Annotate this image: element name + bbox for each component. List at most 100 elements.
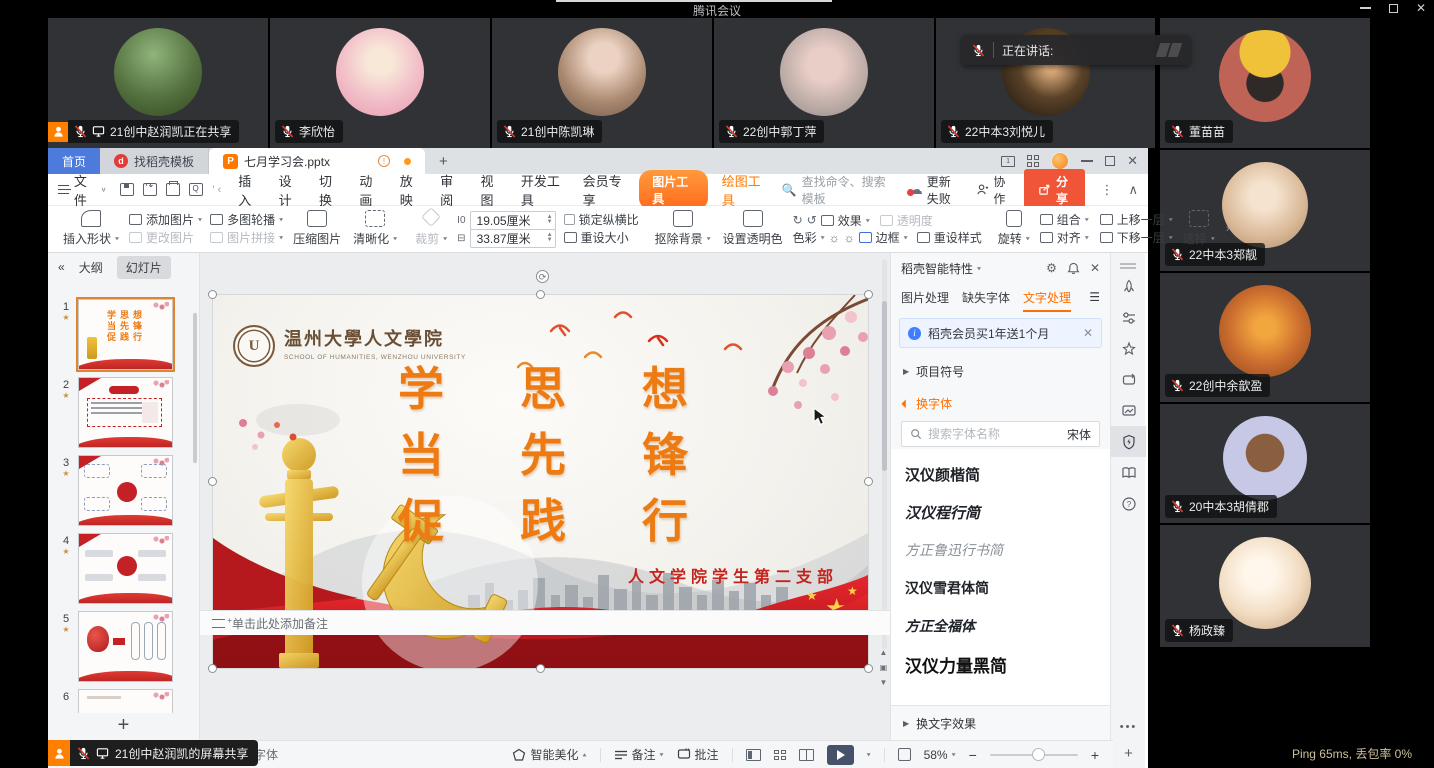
set-transparent-button[interactable]: 设置透明色	[721, 208, 785, 249]
reset-style-button[interactable]: 重设样式	[934, 229, 982, 246]
font-option[interactable]: 方正鲁迅行书简	[891, 531, 1110, 569]
slideshow-play-button[interactable]	[827, 745, 854, 765]
update-failed-status[interactable]: ☁更新失败	[909, 173, 962, 207]
slide-thumbnail-4[interactable]: 4★	[58, 533, 173, 604]
video-tile[interactable]: 杨政臻	[1160, 525, 1370, 647]
new-slide-button[interactable]: +	[48, 712, 199, 738]
collapse-panel-button[interactable]: «	[58, 260, 65, 274]
remove-background-button[interactable]: 抠除背景▾	[653, 208, 713, 249]
undo-redo-buttons[interactable]: '‹	[212, 184, 224, 196]
font-search-input[interactable]	[928, 427, 1061, 441]
tab-docer[interactable]: d 找稻壳模板	[100, 148, 209, 174]
smart-beautify-button[interactable]: 智能美化▴	[512, 746, 586, 763]
slides-tab[interactable]: 幻灯片	[117, 256, 171, 279]
tab-picture-tools[interactable]: 图片工具	[639, 170, 707, 210]
font-option[interactable]: 汉仪程行简	[891, 493, 1110, 531]
notes-area[interactable]: 单击此处添加备注	[200, 610, 890, 635]
previous-slide-button[interactable]: ▲	[880, 648, 888, 657]
video-tile[interactable]: 董苗苗	[1160, 18, 1370, 148]
member-promo-banner[interactable]: i 稻壳会员买1年送1个月 ✕	[899, 318, 1102, 348]
canvas-scrollbar[interactable]	[880, 259, 888, 649]
selection-handle[interactable]	[864, 477, 873, 486]
font-option[interactable]: 方正全福体	[891, 607, 1110, 645]
add-picture-button[interactable]: 添加图片▾	[129, 211, 202, 229]
panel-menu-icon[interactable]: ☰	[1089, 290, 1100, 304]
menu-design[interactable]: 设计	[279, 171, 300, 209]
rotate-ccw-icon[interactable]: ↺	[807, 213, 817, 227]
dismiss-banner-button[interactable]: ✕	[1083, 326, 1093, 340]
crop-button[interactable]: 裁剪▾	[413, 208, 449, 249]
tab-text-processing[interactable]: 文字处理	[1023, 289, 1071, 312]
magic-star-icon[interactable]	[1111, 333, 1146, 364]
group-button[interactable]: 组合	[1057, 211, 1081, 228]
play-options-caret[interactable]: ▾	[867, 751, 871, 758]
effect-button[interactable]: 效果	[838, 212, 862, 229]
slide-thumbnail-3[interactable]: 3★	[58, 455, 173, 526]
video-tile[interactable]: 20中本3胡倩郡	[1160, 404, 1370, 523]
compress-picture-button[interactable]: 压缩图片	[291, 208, 343, 249]
loop-copy-icon[interactable]	[1111, 364, 1146, 395]
next-slide-button[interactable]: ▼	[880, 678, 888, 687]
outline-tab[interactable]: 大纲	[79, 259, 103, 276]
wps-minimize-button[interactable]	[1081, 160, 1093, 162]
lock-ratio-checkbox[interactable]: 锁定纵横比	[564, 211, 639, 229]
maximize-button[interactable]	[1389, 4, 1398, 13]
selection-handle[interactable]	[208, 477, 217, 486]
menu-insert[interactable]: 插入	[238, 171, 259, 209]
selection-handle[interactable]	[536, 664, 545, 673]
change-picture-button[interactable]: 更改图片	[129, 229, 202, 247]
image-edit-icon[interactable]	[1111, 395, 1146, 426]
insert-shape-button[interactable]: 插入形状▾	[61, 208, 121, 249]
print-button[interactable]	[166, 183, 180, 196]
adjust-sliders-icon[interactable]	[1111, 302, 1146, 333]
settings-gear-icon[interactable]: ⚙	[1046, 261, 1057, 275]
rotate-button[interactable]: 旋转▾	[996, 208, 1032, 249]
slide-thumbnail-6[interactable]: 6	[58, 689, 173, 713]
menu-devtools[interactable]: 开发工具	[521, 171, 564, 209]
slide-thumbnail-2[interactable]: 2★	[58, 377, 173, 448]
more-menu-button[interactable]: ⋮	[1100, 182, 1113, 198]
height-input[interactable]: 19.05厘米▲▼	[470, 211, 556, 230]
share-button[interactable]: 分享	[1024, 169, 1085, 211]
reset-size-button[interactable]: 重设大小	[564, 229, 639, 247]
color-button[interactable]: 色彩	[793, 229, 817, 246]
zoom-slider[interactable]	[990, 754, 1078, 756]
collaboration-button[interactable]: 协作	[976, 173, 1009, 207]
picture-stitch-button[interactable]: 图片拼接▾	[210, 229, 283, 247]
warning-icon[interactable]: !	[378, 155, 390, 167]
normal-view-button[interactable]	[746, 749, 761, 761]
wps-restore-button[interactable]	[1105, 156, 1115, 166]
tab-picture-processing[interactable]: 图片处理	[901, 289, 949, 306]
reference-book-icon[interactable]	[1111, 457, 1146, 488]
close-button[interactable]: ✕	[1416, 2, 1426, 14]
ribbon-overflow-button[interactable]: ›	[1224, 208, 1232, 249]
video-tile[interactable]: 李欣怡	[270, 18, 490, 148]
video-tile[interactable]: 21创中赵润凯正在共享	[48, 18, 268, 148]
slide-thumbnail-5[interactable]: 5★	[58, 611, 173, 682]
font-option[interactable]: 汉仪雪君体简	[891, 569, 1110, 607]
video-tile[interactable]: 21创中陈凯琳	[492, 18, 712, 148]
menu-slideshow[interactable]: 放映	[400, 171, 421, 209]
font-option[interactable]: 汉仪力量黑简	[891, 645, 1110, 683]
output-button[interactable]	[143, 183, 157, 196]
menu-animation[interactable]: 动画	[359, 171, 380, 209]
screen-share-banner[interactable]: 21创中赵润凯的屏幕共享	[48, 740, 258, 766]
comment-button[interactable]: 批注	[677, 746, 719, 763]
text-effect-section-toggle[interactable]: ▶ 换文字效果	[891, 705, 1110, 740]
file-menu[interactable]: 文件∨	[58, 171, 106, 209]
multi-carousel-button[interactable]: 多图轮播▾	[210, 211, 283, 229]
minimize-button[interactable]	[1360, 7, 1371, 9]
select-button[interactable]: 选择▾	[1181, 208, 1217, 249]
send-backward-button[interactable]: 下移一层	[1117, 229, 1165, 246]
reading-view-button[interactable]	[799, 749, 814, 761]
menu-view[interactable]: 视图	[480, 171, 501, 209]
zoom-in-button[interactable]: +	[1091, 747, 1099, 763]
zoom-slider-knob[interactable]	[1032, 748, 1045, 761]
selection-handle[interactable]	[864, 664, 873, 673]
brightness-up-icon[interactable]: ☼	[829, 231, 840, 245]
rotate-handle[interactable]: ⟳	[536, 270, 549, 283]
selection-handle[interactable]	[864, 290, 873, 299]
selection-handle[interactable]	[536, 290, 545, 299]
save-button[interactable]	[120, 183, 134, 196]
menu-membership[interactable]: 会员专享	[583, 171, 626, 209]
